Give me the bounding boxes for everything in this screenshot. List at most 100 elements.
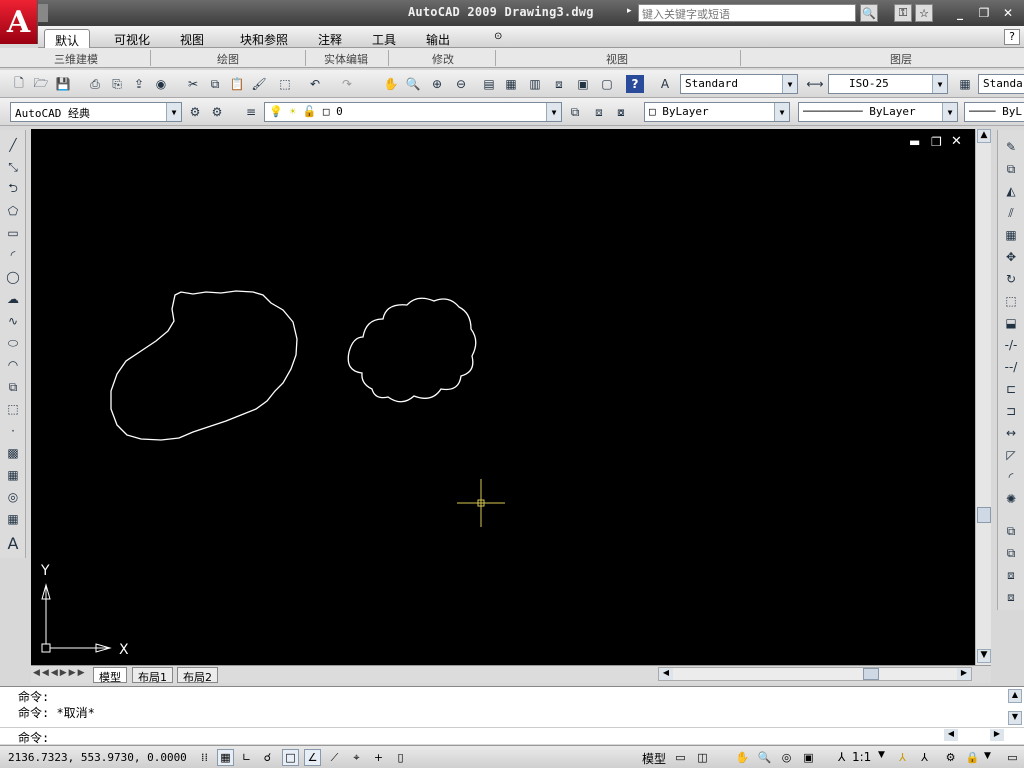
dynamic-input-icon[interactable]: ⌖ (348, 749, 365, 766)
layout-icon[interactable]: ▭ (672, 749, 689, 766)
snap-mode-icon[interactable]: ⁞⁞ (196, 749, 213, 766)
scroll-up-icon[interactable]: ▲ (977, 129, 991, 143)
hatch-icon[interactable]: ▩ (4, 444, 22, 462)
point-icon[interactable]: · (4, 422, 22, 440)
command-scroll-down-icon[interactable]: ▼ (1008, 711, 1022, 725)
insert-block-icon[interactable]: ⧉ (4, 378, 22, 396)
toolbar-lock-icon[interactable]: 🔒 (964, 749, 981, 766)
lineweight-toggle-icon[interactable]: + (370, 749, 387, 766)
chevron-down-icon[interactable]: ▼ (984, 751, 991, 761)
make-current-layer-icon[interactable]: ⧉ (566, 103, 584, 121)
tab-annotate[interactable]: 注释 (308, 29, 352, 48)
zoom-previous-icon[interactable]: ⊖ (452, 75, 470, 93)
panel-modify[interactable]: 修改 (432, 51, 454, 67)
command-scroll-right-icon[interactable]: ▶ (990, 729, 1004, 741)
object-snap-icon[interactable]: □ (282, 749, 299, 766)
offset-icon[interactable]: ⫽ (1002, 204, 1020, 222)
help-icon[interactable]: ? (626, 75, 644, 93)
explode-icon[interactable]: ✺ (1002, 490, 1020, 508)
auto-scale-icon[interactable]: ⅄ (916, 749, 933, 766)
scroll-thumb[interactable] (977, 507, 991, 523)
command-scroll-up-icon[interactable]: ▲ (1008, 689, 1022, 703)
layer-states-icon[interactable]: ⧇ (612, 103, 630, 121)
coordinate-readout[interactable]: 2136.7323, 553.9730, 0.0000 (8, 751, 187, 764)
layer-previous-icon[interactable]: ⧈ (590, 103, 608, 121)
model-space-label[interactable]: 模型 (642, 750, 666, 767)
communication-center-icon[interactable]: ⚿ (894, 4, 912, 22)
mirror-icon[interactable]: ◭ (1002, 182, 1020, 200)
search-input[interactable]: 键入关键字或短语 (638, 4, 856, 22)
sheet-set-icon[interactable]: ⧈ (550, 75, 568, 93)
tab-navigation-icon[interactable]: ◀◀◀▶▶▶ (33, 668, 87, 678)
vertical-scrollbar[interactable]: ▲ ▼ (975, 129, 991, 665)
new-file-icon[interactable]: 🗋 (10, 75, 28, 93)
chevron-down-icon[interactable]: ▼ (774, 103, 789, 121)
object-snap-tracking-icon[interactable]: ∠ (304, 749, 321, 766)
layer-select[interactable]: 💡 ☀ 🔓 □ 0 ▼ (264, 102, 562, 122)
dim-style-select[interactable]: ISO-25 ▼ (828, 74, 948, 94)
tab-model[interactable]: 模型 (93, 667, 127, 684)
annotation-visibility-icon[interactable]: ⅄ (894, 749, 911, 766)
redo-icon[interactable]: ↷ (338, 75, 356, 93)
undo-icon[interactable]: ↶ (306, 75, 324, 93)
horizontal-scrollbar[interactable]: ◀ ▶ (658, 667, 972, 681)
table-icon[interactable]: ▦ (4, 510, 22, 528)
properties-icon[interactable]: ▤ (480, 75, 498, 93)
zoom-window-icon[interactable]: ⊕ (428, 75, 446, 93)
linetype-select[interactable]: ───────── ByLayer ▼ (798, 102, 958, 122)
draw-order-front-icon[interactable]: ⧉ (1002, 522, 1020, 540)
tab-visualize[interactable]: 可视化 (104, 29, 160, 48)
tab-tools[interactable]: 工具 (362, 29, 406, 48)
table-style-select[interactable]: Standar (978, 74, 1024, 94)
calculator-icon[interactable]: ▢ (598, 75, 616, 93)
steering-wheel-icon[interactable]: ◎ (778, 749, 795, 766)
tab-layout1[interactable]: 布局1 (132, 667, 173, 684)
workspace-settings-icon[interactable]: ⚙ (186, 103, 204, 121)
search-expand-icon[interactable]: ▸ (627, 6, 632, 16)
markup-icon[interactable]: ▣ (574, 75, 592, 93)
gradient-icon[interactable]: ▦ (4, 466, 22, 484)
tool-palettes-icon[interactable]: ▥ (526, 75, 544, 93)
drawing-viewport[interactable]: ▬ ❐ ✕ X Y (31, 129, 975, 665)
copy-icon[interactable]: ⧉ (206, 75, 224, 93)
panel-draw[interactable]: 绘图 (217, 51, 239, 67)
send-under-icon[interactable]: ⧈ (1002, 588, 1020, 606)
ellipse-icon[interactable]: ⬭ (4, 334, 22, 352)
chevron-down-icon[interactable]: ▼ (878, 750, 885, 760)
scroll-left-icon[interactable]: ◀ (659, 668, 673, 680)
erase-icon[interactable]: ✎ (1002, 138, 1020, 156)
scale-icon[interactable]: ⬚ (1002, 292, 1020, 310)
paste-icon[interactable]: 📋 (228, 75, 246, 93)
chevron-down-icon[interactable]: ▼ (166, 103, 181, 121)
move-icon[interactable]: ✥ (1002, 248, 1020, 266)
command-prompt[interactable]: 命令: (18, 729, 49, 746)
chevron-down-icon[interactable]: ▼ (546, 103, 561, 121)
chamfer-icon[interactable]: ◸ (1002, 446, 1020, 464)
quick-properties-icon[interactable]: ▯ (392, 749, 409, 766)
annotation-scale[interactable]: 1:1 (852, 750, 871, 764)
arc-icon[interactable]: ◜ (4, 246, 22, 264)
line-icon[interactable]: ╱ (4, 136, 22, 154)
print-preview-icon[interactable]: ⎘ (108, 75, 126, 93)
revision-cloud-icon[interactable]: ☁ (4, 290, 22, 308)
quick-access-toolbar[interactable] (38, 4, 48, 22)
pan-icon[interactable]: ✋ (382, 75, 400, 93)
ellipse-arc-icon[interactable]: ◠ (4, 356, 22, 374)
panel-layers[interactable]: 图层 (890, 51, 912, 67)
break-icon[interactable]: ⊐ (1002, 402, 1020, 420)
circle-icon[interactable]: ◯ (4, 268, 22, 286)
scroll-down-icon[interactable]: ▼ (977, 649, 991, 663)
workspace-gear-icon[interactable]: ⚙ (208, 103, 226, 121)
polyline-icon[interactable]: ⮌ (4, 180, 22, 198)
application-menu-button[interactable]: A (0, 0, 38, 44)
tab-view[interactable]: 视图 (170, 29, 214, 48)
clean-screen-icon[interactable]: ▭ (1004, 749, 1021, 766)
chevron-down-icon[interactable]: ▼ (932, 75, 947, 93)
restore-button[interactable]: ❐ (976, 5, 992, 20)
tab-output[interactable]: 输出 (416, 29, 460, 48)
layout-viewports-icon[interactable]: ◫ (694, 749, 711, 766)
rectangle-icon[interactable]: ▭ (4, 224, 22, 242)
minimize-button[interactable]: _ (952, 5, 968, 20)
bring-above-icon[interactable]: ⧈ (1002, 566, 1020, 584)
block-editor-icon[interactable]: ⬚ (276, 75, 294, 93)
